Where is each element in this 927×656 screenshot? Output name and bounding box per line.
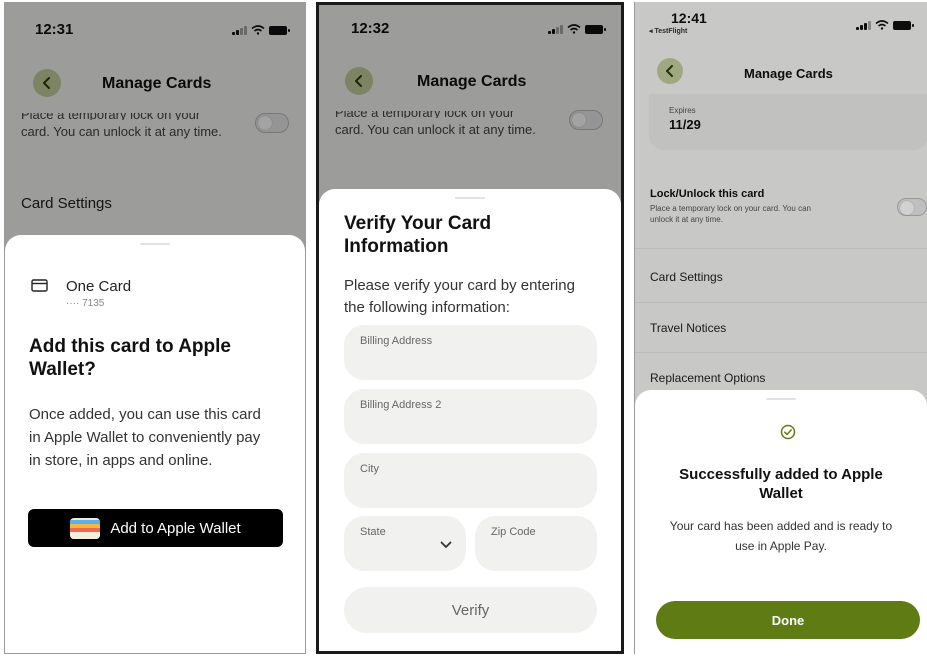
sheet-title-line1: Successfully added to Apple: [679, 466, 883, 483]
sheet-body-line2: use in Apple Pay.: [735, 539, 827, 553]
sheet-body-line1: Once added, you can use this card: [29, 406, 261, 423]
sheet-body-line1: Please verify your card by entering: [344, 277, 575, 294]
billing-address-2-label: Billing Address 2: [360, 399, 442, 411]
sheet-body: Please verify your card by entering the …: [344, 275, 575, 319]
verify-card-sheet: Verify Your Card Information Please veri…: [319, 189, 621, 651]
add-to-apple-wallet-label: Add to Apple Wallet: [110, 519, 241, 537]
sheet-body-line2: the following information:: [344, 299, 510, 316]
sheet-body-line2: in Apple Wallet to conveniently pay: [29, 429, 261, 446]
apple-wallet-icon: [70, 517, 101, 539]
phone-screen-add-to-wallet: 12:31 Manage Cards Place a temporary loc…: [4, 2, 306, 654]
zip-code-label: Zip Code: [491, 526, 536, 538]
check-circle-icon: [780, 424, 796, 440]
sheet-title-line2: Information: [344, 236, 449, 257]
sheet-grabber[interactable]: [455, 197, 485, 199]
success-sheet: Successfully added to Apple Wallet Your …: [635, 390, 927, 654]
sheet-body: Your card has been added and is ready to…: [635, 516, 927, 556]
sheet-grabber[interactable]: [140, 243, 170, 245]
chevron-down-icon: [440, 541, 452, 548]
billing-address-label: Billing Address: [360, 335, 433, 347]
verify-button[interactable]: Verify: [344, 587, 597, 633]
sheet-grabber[interactable]: [766, 398, 796, 400]
sheet-title-line1: Add this card to Apple: [29, 336, 231, 357]
sheet-title: Verify Your Card Information: [344, 212, 491, 258]
state-label: State: [360, 526, 386, 538]
phone-screen-success: 12:41 ◂ TestFlight Manage Cards Expires …: [634, 2, 927, 654]
add-to-wallet-sheet: One Card ···· 7135 Add this card to Appl…: [5, 235, 305, 653]
add-to-apple-wallet-button[interactable]: Add to Apple Wallet: [28, 509, 283, 547]
billing-address-field[interactable]: Billing Address: [344, 325, 597, 380]
card-number: ···· 7135: [66, 298, 105, 309]
sheet-title-line1: Verify Your Card: [344, 213, 492, 234]
sheet-body: Once added, you can use this card in App…: [29, 403, 261, 472]
sheet-title-line2: Wallet: [759, 485, 803, 502]
phone-screen-verify-card: 12:32 Manage Cards Place a temporary loc…: [316, 2, 624, 654]
done-button-label: Done: [771, 612, 805, 628]
credit-card-icon: [31, 279, 48, 292]
sheet-title: Add this card to Apple Wallet?: [29, 335, 231, 381]
city-label: City: [360, 463, 379, 475]
city-field[interactable]: City: [344, 453, 597, 508]
done-button[interactable]: Done: [656, 601, 920, 639]
verify-button-label: Verify: [451, 601, 490, 619]
card-name: One Card: [66, 278, 132, 295]
zip-code-field[interactable]: Zip Code: [475, 516, 597, 571]
billing-address-2-field[interactable]: Billing Address 2: [344, 389, 597, 444]
sheet-title: Successfully added to Apple Wallet: [635, 465, 927, 503]
sheet-title-line2: Wallet?: [29, 359, 96, 380]
sheet-body-line1: Your card has been added and is ready to: [669, 519, 893, 533]
sheet-body-line3: in store, in apps and online.: [29, 452, 213, 469]
state-select[interactable]: State: [344, 516, 466, 571]
